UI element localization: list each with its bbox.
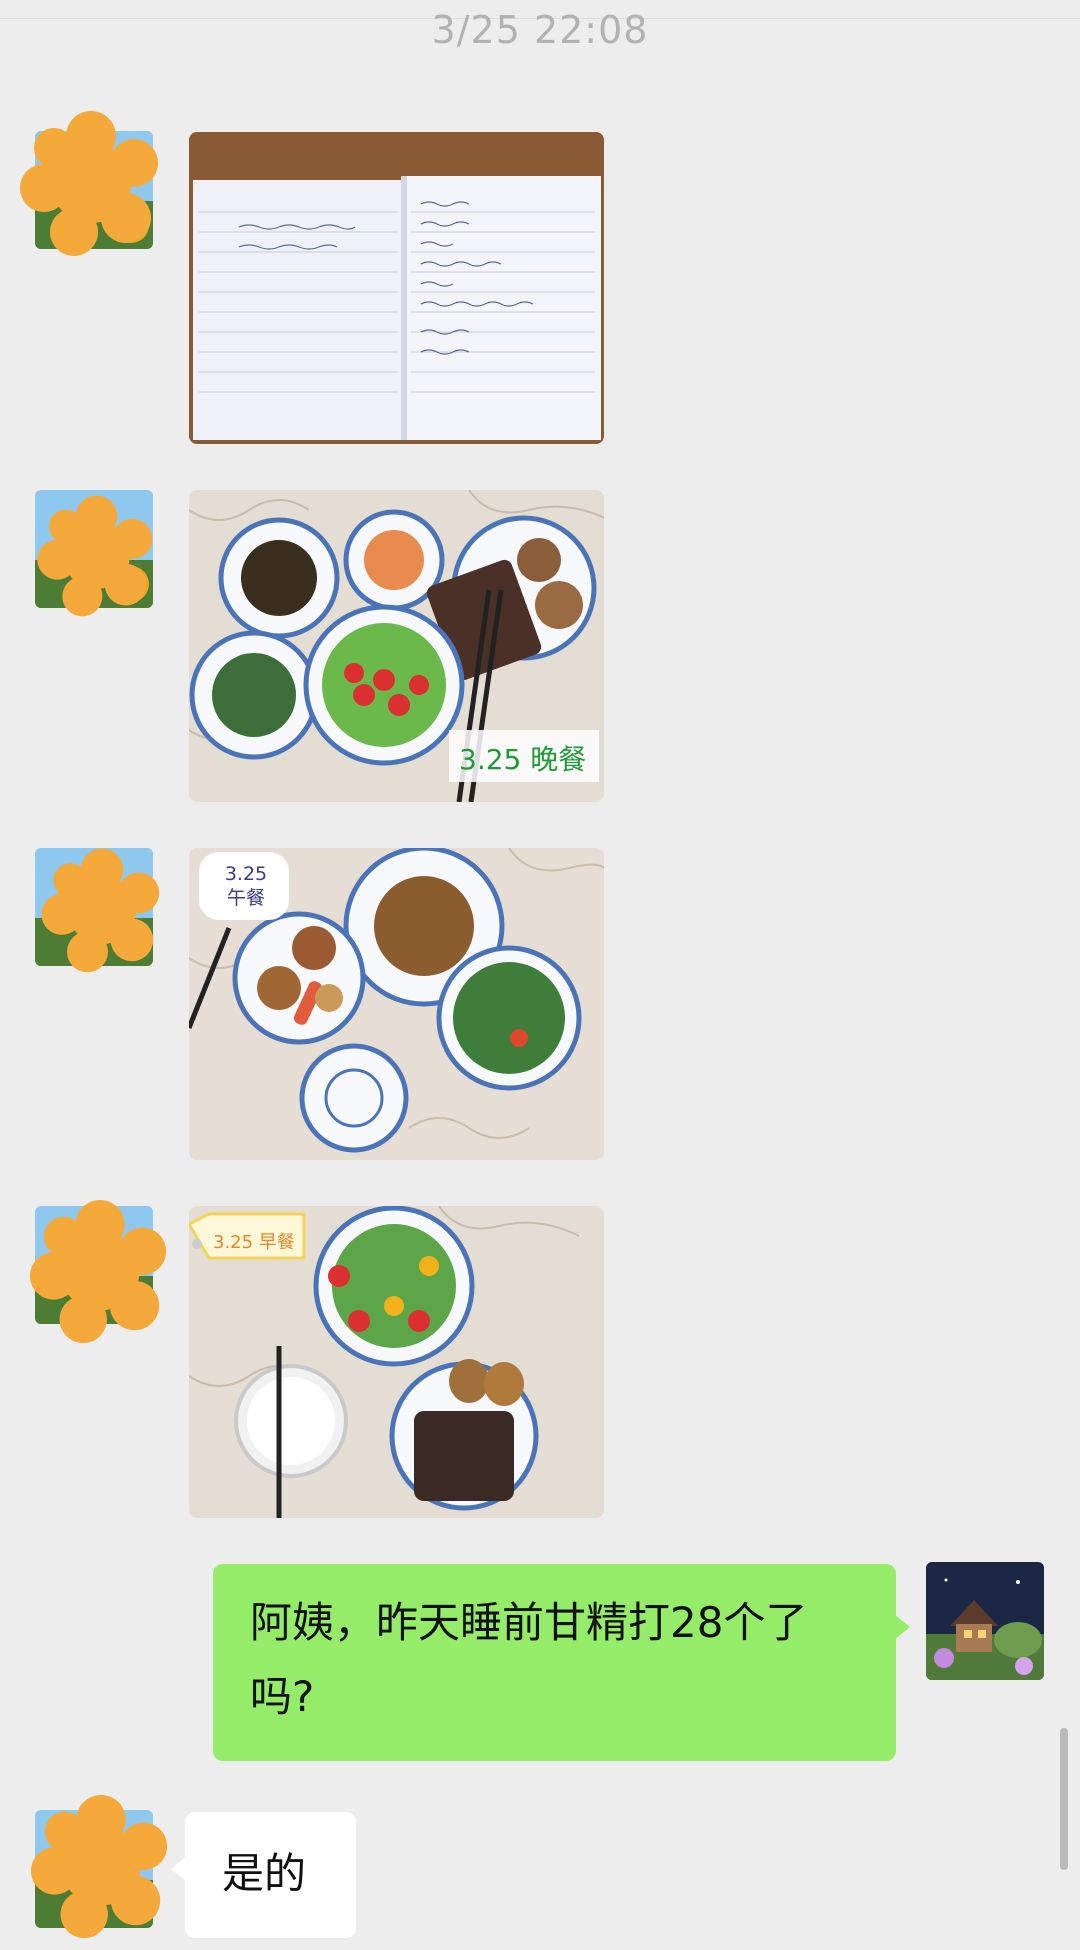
breakfast-photo[interactable]: 3.25 早餐	[189, 1206, 604, 1518]
incoming-message-bubble[interactable]: 是的	[171, 1812, 356, 1938]
chat-timestamp: 3/25 22:08	[431, 8, 649, 52]
redaction-blob	[27, 1792, 175, 1940]
redaction-blob	[16, 108, 166, 258]
redaction-blob	[34, 493, 159, 618]
dinner-label: 3.25 晚餐	[459, 743, 587, 776]
outgoing-message-bubble[interactable]: 阿姨，昨天睡前甘精打28个了吗?	[213, 1564, 910, 1761]
redaction-blob	[38, 846, 166, 974]
lunch-label: 3.25 午餐	[221, 862, 271, 910]
lunch-label-line1: 3.25	[224, 863, 268, 885]
notebook-photo[interactable]	[189, 132, 604, 444]
outgoing-message-text: 阿姨，昨天睡前甘精打28个了吗?	[250, 1598, 808, 1721]
cottage-avatar-icon[interactable]	[926, 1562, 1044, 1680]
lunch-label-line2: 午餐	[226, 887, 265, 909]
scrollbar[interactable]	[1060, 1728, 1068, 1870]
lunch-photo[interactable]: 3.25 午餐	[189, 848, 604, 1160]
incoming-message-text: 是的	[222, 1849, 307, 1898]
redaction-blob	[26, 1197, 174, 1345]
breakfast-label: 3.25 早餐	[213, 1232, 295, 1253]
dinner-photo[interactable]: 3.25 晚餐	[189, 490, 604, 802]
